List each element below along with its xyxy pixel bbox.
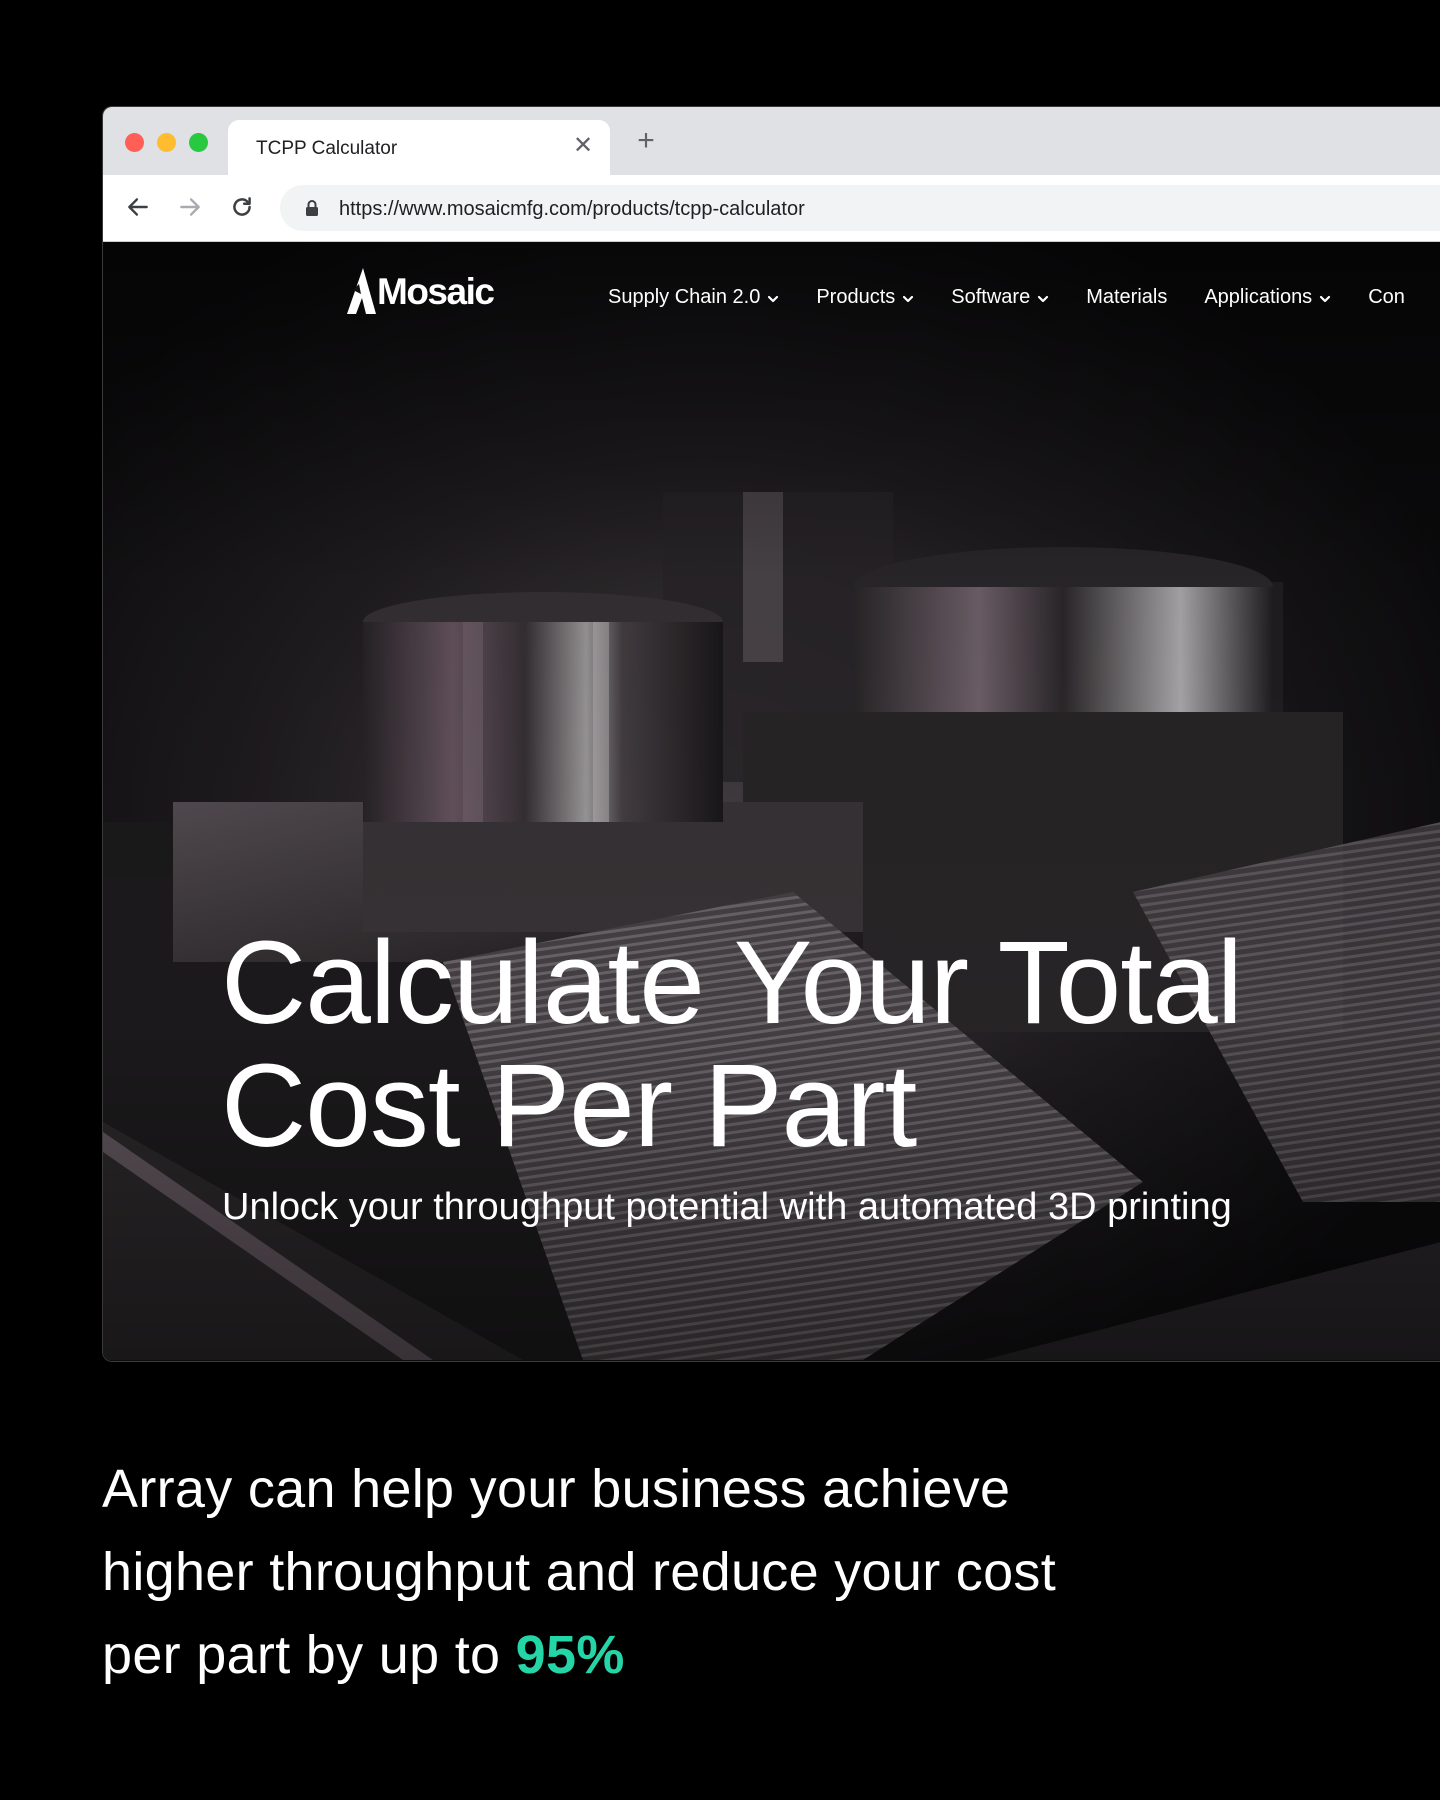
hero-title: Calculate Your Total Cost Per Part xyxy=(221,922,1421,1168)
nav-item-label: Applications xyxy=(1204,286,1313,308)
chevron-down-icon xyxy=(902,286,914,309)
tab-strip: TCPP Calculator ✕ + xyxy=(103,107,1440,175)
window-controls xyxy=(125,133,208,152)
hero-title-line-2: Cost Per Part xyxy=(221,1040,917,1172)
mosaic-logo-icon xyxy=(347,268,376,314)
nav-item-materials[interactable]: Materials xyxy=(1086,286,1167,309)
maximize-window-button[interactable] xyxy=(189,133,208,152)
nav-item-software[interactable]: Software xyxy=(951,286,1049,309)
reload-icon[interactable] xyxy=(225,190,259,224)
site-navigation: Mosaic Supply Chain 2.0 Products Softwar… xyxy=(103,242,1440,342)
nav-item-label: Supply Chain 2.0 xyxy=(608,286,761,308)
chevron-down-icon xyxy=(1319,286,1331,309)
close-icon[interactable]: ✕ xyxy=(570,133,596,159)
caption-highlight: 95% xyxy=(515,1625,625,1685)
url-text: https://www.mosaicmfg.com/products/tcpp-… xyxy=(339,198,805,220)
minimize-window-button[interactable] xyxy=(157,133,176,152)
mosaic-logo[interactable]: Mosaic xyxy=(345,262,495,314)
browser-toolbar: https://www.mosaicmfg.com/products/tcpp-… xyxy=(103,175,1440,242)
active-tab[interactable]: TCPP Calculator ✕ xyxy=(228,120,610,175)
nav-item-applications[interactable]: Applications xyxy=(1204,286,1331,309)
chevron-down-icon xyxy=(767,286,779,309)
lock-icon xyxy=(304,199,320,222)
nav-item-contact[interactable]: Con xyxy=(1368,286,1405,309)
address-bar[interactable]: https://www.mosaicmfg.com/products/tcpp-… xyxy=(280,185,1440,231)
page-viewport: Mosaic Supply Chain 2.0 Products Softwar… xyxy=(103,242,1440,1361)
browser-window: TCPP Calculator ✕ + https://www.mosaicmf… xyxy=(102,106,1440,1362)
hero-subtitle: Unlock your throughput potential with au… xyxy=(222,1186,1232,1228)
forward-arrow-icon[interactable] xyxy=(173,190,207,224)
nav-menu: Supply Chain 2.0 Products Software Mater… xyxy=(608,286,1440,309)
nav-item-label: Materials xyxy=(1086,286,1168,308)
hero-title-line-1: Calculate Your Total xyxy=(221,917,1243,1049)
close-window-button[interactable] xyxy=(125,133,144,152)
back-arrow-icon[interactable] xyxy=(121,190,155,224)
nav-item-products[interactable]: Products xyxy=(816,286,914,309)
caption-text: Array can help your business achieve hig… xyxy=(102,1448,1102,1697)
nav-item-label: Software xyxy=(951,286,1031,308)
tab-title: TCPP Calculator xyxy=(256,138,398,159)
nav-item-label: Products xyxy=(816,286,896,308)
chevron-down-icon xyxy=(1037,286,1049,309)
nav-item-supply-chain[interactable]: Supply Chain 2.0 xyxy=(608,286,779,309)
nav-item-label: Con xyxy=(1368,286,1405,308)
logo-text: Mosaic xyxy=(377,271,495,312)
plus-icon[interactable]: + xyxy=(630,125,662,157)
